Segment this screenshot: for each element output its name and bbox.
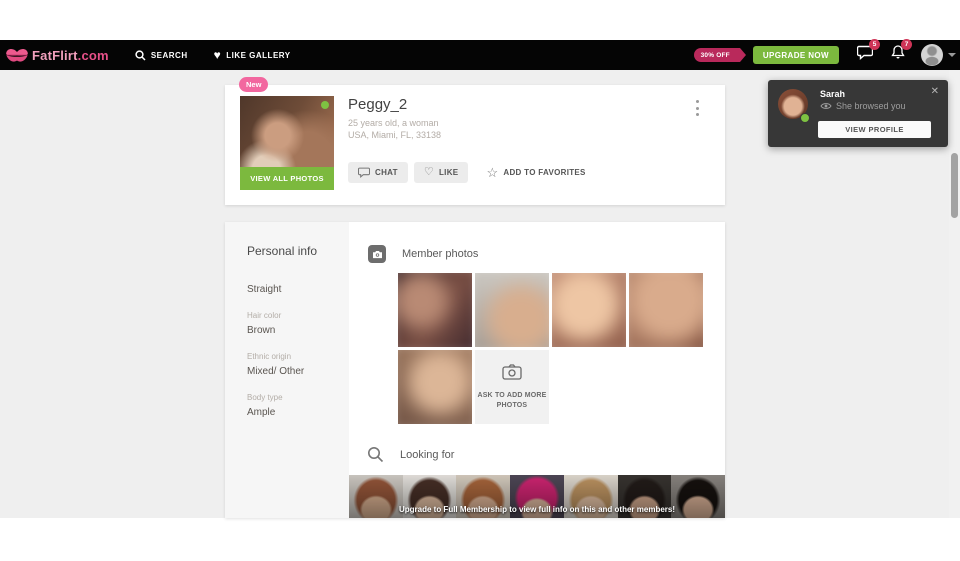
field-label-ethnic-origin: Ethnic origin [247,352,291,361]
heart-icon: ♥ [214,49,222,61]
member-photos-title: Member photos [402,248,478,260]
looking-for-title: Looking for [400,449,454,461]
chat-button[interactable]: CHAT [348,162,408,183]
browsed-you-popup: Sarah She browsed you VIEW PROFILE ✕ [768,80,948,147]
top-nav-bar: FatFlirt.com SEARCH ♥ LIKE GALLERY 30% O… [0,40,960,70]
profile-main-area: Member photos ASK TO ADD MORE PHOTOS Loo… [349,222,725,518]
looking-for-header: Looking for [367,446,454,463]
more-options-menu[interactable] [690,99,704,117]
nav-messages[interactable]: 5 [857,45,873,65]
member-photo-4[interactable] [629,273,703,347]
camera-icon [368,245,386,263]
chat-bubble-icon [358,167,370,178]
close-icon[interactable]: ✕ [929,85,941,99]
nav-search[interactable]: SEARCH [135,50,188,61]
popup-user-name: Sarah [820,89,845,99]
member-photo-2[interactable] [475,273,549,347]
profile-detail-card: Personal info Orientation Straight Hair … [225,222,725,518]
personal-info-sidebar: Personal info Orientation Straight Hair … [225,222,349,518]
field-value-hair-color: Brown [247,325,275,336]
profile-header-card: New VIEW ALL PHOTOS Peggy_2 25 years old… [225,85,725,205]
field-value-orientation: Straight [247,284,281,295]
like-button[interactable]: ♡ LIKE [414,162,469,183]
nav-notifications[interactable]: 7 [891,45,905,65]
popup-message: She browsed you [820,101,906,111]
new-member-badge: New [239,77,268,92]
field-value-body-type: Ample [247,407,275,418]
profile-location-line: USA, Miami, FL, 33138 [348,130,441,140]
logo-text: FatFlirt.com [32,48,109,63]
scrollbar-track[interactable] [949,70,960,518]
sidebar-title: Personal info [247,244,317,258]
add-to-favorites-link[interactable]: ☆ ADD TO FAVORITES [486,166,585,179]
eye-icon [820,102,832,110]
notifications-count-badge: 7 [901,39,912,50]
camera-outline-icon [502,364,522,380]
profile-age-line: 25 years old, a woman [348,118,439,128]
chevron-down-icon[interactable] [948,53,956,57]
field-label-hair-color: Hair color [247,311,281,320]
profile-name: Peggy_2 [348,96,407,113]
upgrade-now-button[interactable]: UPGRADE NOW [753,46,839,64]
member-photo-1[interactable] [398,273,472,347]
nav-like-gallery[interactable]: ♥ LIKE GALLERY [214,49,291,61]
member-photo-3[interactable] [552,273,626,347]
ask-add-more-photos-tile[interactable]: ASK TO ADD MORE PHOTOS [475,350,549,424]
nav-right-group: 30% OFF UPGRADE NOW 5 7 [694,40,960,70]
online-status-dot [321,101,329,109]
site-logo[interactable]: FatFlirt.com [5,48,109,63]
online-status-dot [800,113,810,123]
scrollbar-thumb[interactable] [951,153,958,218]
lips-icon [5,48,29,63]
search-icon [135,50,146,61]
messages-count-badge: 5 [869,39,880,50]
profile-action-row: CHAT ♡ LIKE ☆ ADD TO FAVORITES [348,162,586,183]
discount-badge[interactable]: 30% OFF [694,48,740,62]
member-photos-header: Member photos [368,245,478,263]
account-avatar[interactable] [921,44,943,66]
field-value-ethnic-origin: Mixed/ Other [247,366,304,377]
view-all-photos-button[interactable]: VIEW ALL PHOTOS [240,167,334,190]
search-icon [367,446,384,463]
banner-text: Upgrade to Full Membership to view full … [349,505,725,514]
view-profile-button[interactable]: VIEW PROFILE [818,121,931,138]
member-photo-5[interactable] [398,350,472,424]
field-label-body-type: Body type [247,393,283,402]
upgrade-banner[interactable]: Upgrade to Full Membership to view full … [349,475,725,518]
heart-outline-icon: ♡ [424,167,434,178]
ask-add-more-photos-label: ASK TO ADD MORE PHOTOS [475,391,549,411]
star-outline-icon: ☆ [486,166,498,179]
